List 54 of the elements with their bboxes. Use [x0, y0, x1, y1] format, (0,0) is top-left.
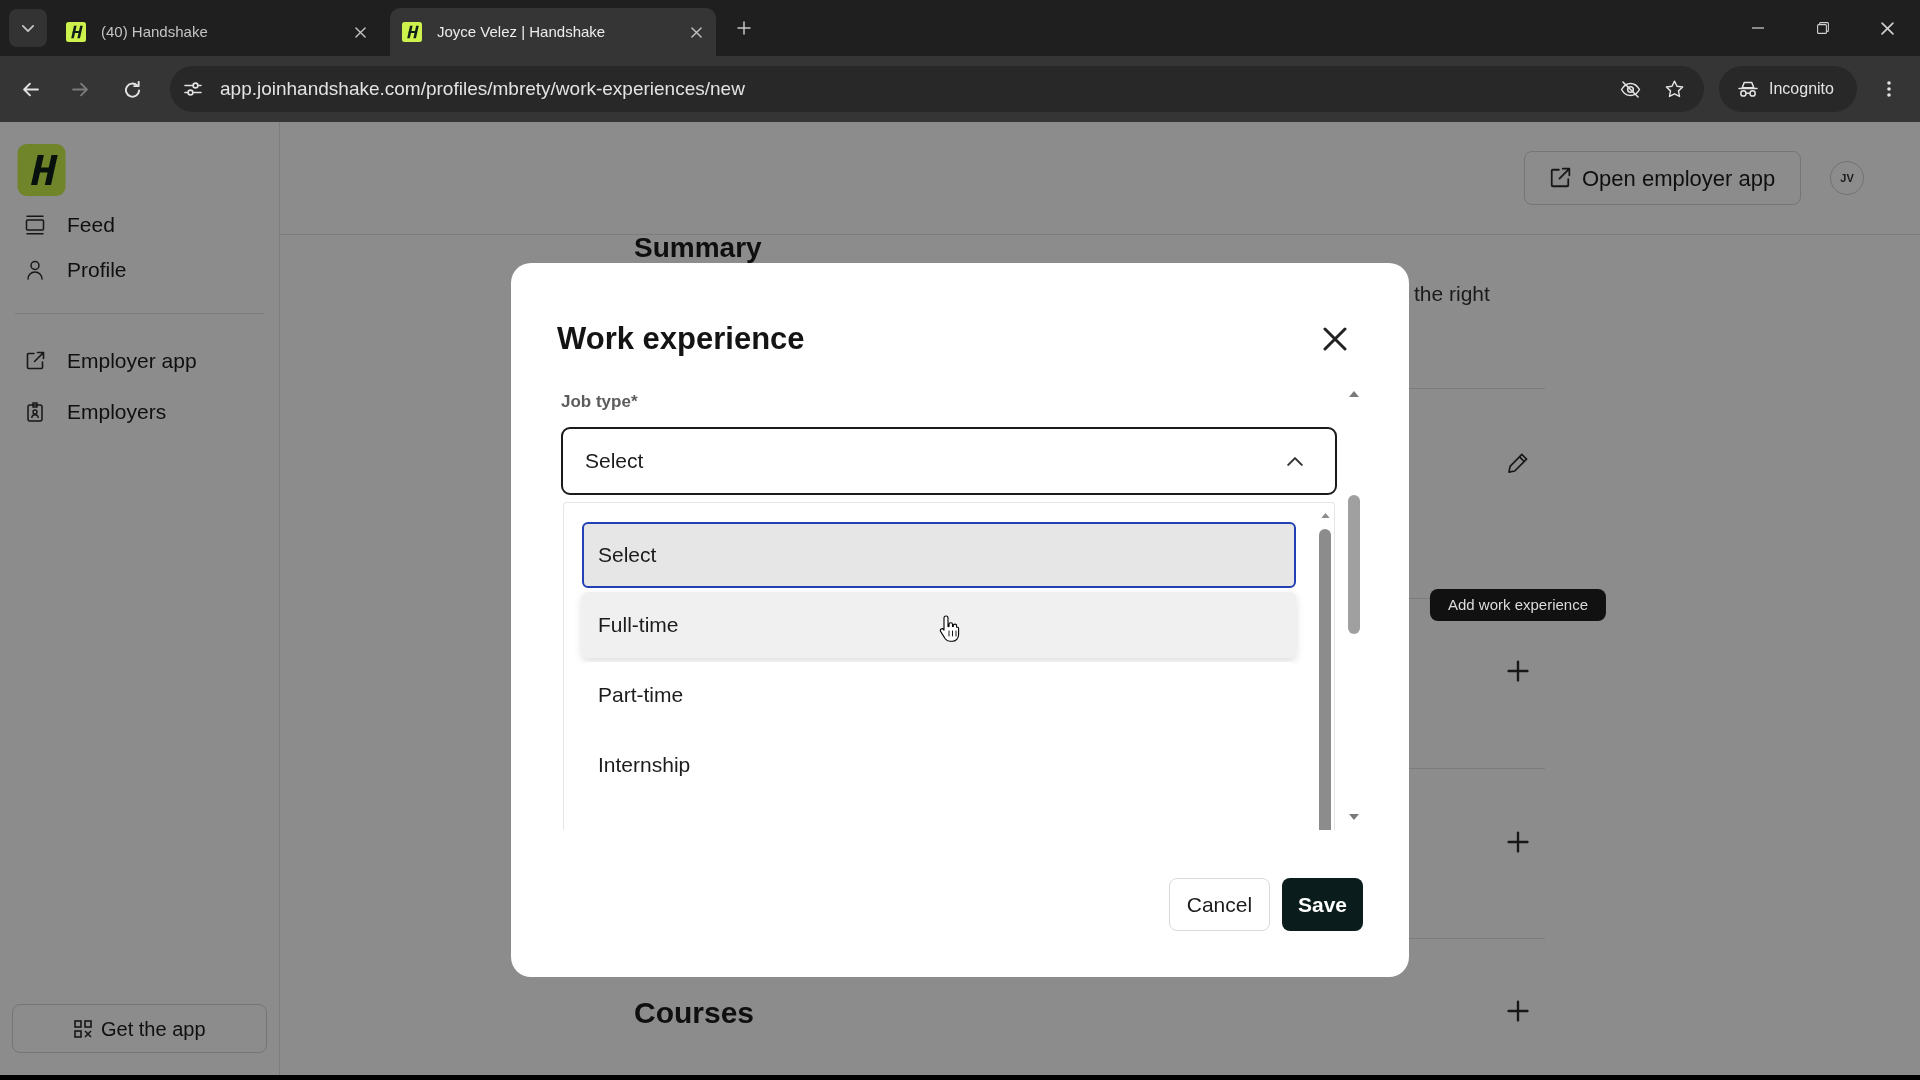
cancel-button[interactable]: Cancel: [1168, 878, 1270, 931]
logo-icon: [66, 22, 86, 42]
logo-icon: [402, 22, 422, 42]
eye-off-icon[interactable]: [1620, 80, 1641, 98]
address-bar[interactable]: app.joinhandshake.com/profiles/mbrety/work-experiences/new: [170, 66, 1704, 112]
back-arrow-icon[interactable]: [21, 81, 39, 97]
dropdown-option[interactable]: Select: [582, 522, 1296, 588]
close-icon[interactable]: [1323, 327, 1347, 351]
sidebar-item[interactable]: Employers: [0, 386, 279, 437]
chevron-down-icon: [22, 24, 34, 32]
plus-icon[interactable]: [1507, 831, 1529, 853]
browser-tab[interactable]: (40) Handshake: [54, 8, 380, 56]
scrollbar-thumb[interactable]: [1348, 495, 1360, 634]
pencil-icon[interactable]: [1507, 452, 1529, 474]
scroll-up-arrow-icon[interactable]: [1349, 391, 1359, 397]
tooltip: Add work experience: [1429, 589, 1607, 621]
select-field[interactable]: Select: [561, 427, 1337, 495]
person-icon: [27, 259, 43, 280]
sidebar-item[interactable]: Employer app: [0, 335, 279, 386]
reload-icon[interactable]: [123, 80, 141, 98]
chevron-up-icon: [1287, 456, 1303, 466]
sliders-icon[interactable]: [184, 82, 202, 96]
scroll-up-arrow-icon[interactable]: [1320, 513, 1330, 518]
plus-icon[interactable]: [1507, 660, 1529, 682]
logo-icon[interactable]: [17, 144, 66, 196]
id-badge-icon: [27, 401, 43, 422]
tab-search-button[interactable]: [9, 9, 47, 47]
more-menu-icon[interactable]: [1887, 81, 1891, 97]
field-label: Job type*: [561, 391, 638, 413]
forward-arrow-icon[interactable]: [71, 81, 89, 97]
summary-text: the right: [1414, 281, 1490, 307]
section-heading: Summary: [634, 235, 762, 261]
star-icon[interactable]: [1665, 80, 1684, 98]
restore-icon[interactable]: [1816, 22, 1829, 34]
feed-icon: [25, 214, 45, 235]
scroll-down-arrow-icon[interactable]: [1349, 814, 1359, 820]
scrollbar-thumb[interactable]: [1319, 529, 1331, 830]
incognito-button[interactable]: Incognito: [1719, 66, 1857, 112]
dropdown-option[interactable]: Full-time: [582, 592, 1296, 658]
save-button[interactable]: Save: [1281, 878, 1363, 931]
sidebar-item[interactable]: Profile: [0, 247, 279, 292]
plus-icon[interactable]: [1507, 1000, 1529, 1022]
sidebar-item[interactable]: Feed: [0, 202, 279, 247]
get-app-button[interactable]: Get the app: [12, 1004, 267, 1053]
modal-title: Work experience: [557, 319, 805, 358]
open-employer-app-button[interactable]: Open employer app: [1524, 151, 1801, 205]
hand-cursor-icon: [939, 615, 961, 643]
section-heading: Courses: [634, 995, 755, 1031]
minimize-icon[interactable]: [1751, 27, 1764, 29]
hat-glasses-icon: [1738, 81, 1758, 97]
browser-tab[interactable]: Joyce Velez | Handshake: [390, 8, 716, 56]
qr-code-icon: [74, 1019, 92, 1038]
external-link-icon: [25, 350, 45, 371]
external-link-icon: [1549, 167, 1571, 189]
